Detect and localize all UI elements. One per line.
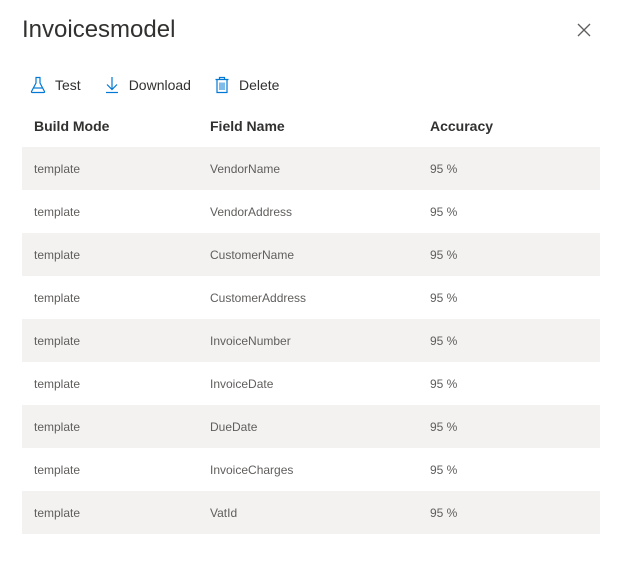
column-header-build-mode[interactable]: Build Mode (22, 118, 210, 134)
build-mode-cell: template (34, 419, 81, 434)
table-row[interactable]: template InvoiceDate 95 % (22, 362, 600, 405)
table-header: Build Mode Field Name Accuracy (22, 105, 600, 147)
download-button[interactable]: Download (103, 72, 191, 98)
field-name-cell: VatId (210, 505, 238, 520)
field-name-cell: InvoiceDate (210, 376, 274, 391)
build-mode-cell: template (34, 462, 81, 477)
close-button[interactable] (574, 20, 594, 40)
close-icon (577, 23, 591, 37)
accuracy-cell: 95 % (430, 462, 458, 477)
accuracy-cell: 95 % (430, 419, 458, 434)
accuracy-cell: 95 % (430, 161, 458, 176)
field-name-cell: DueDate (210, 419, 258, 434)
build-mode-cell: template (34, 505, 81, 520)
trash-icon (213, 76, 231, 94)
table-row[interactable]: template VendorAddress 95 % (22, 190, 600, 233)
field-name-cell: VendorName (210, 161, 281, 176)
build-mode-cell: template (34, 161, 81, 176)
build-mode-cell: template (34, 376, 81, 391)
accuracy-cell: 95 % (430, 376, 458, 391)
field-name-cell: VendorAddress (210, 204, 293, 219)
column-header-accuracy[interactable]: Accuracy (430, 118, 590, 134)
accuracy-cell: 95 % (430, 290, 458, 305)
accuracy-cell: 95 % (430, 505, 458, 520)
accuracy-cell: 95 % (430, 247, 458, 262)
build-mode-cell: template (34, 333, 81, 348)
field-name-cell: CustomerName (210, 247, 295, 262)
build-mode-cell: template (34, 247, 81, 262)
delete-button-label: Delete (238, 77, 280, 93)
command-bar: Test Download Delete (22, 72, 301, 98)
build-mode-cell: template (34, 290, 81, 305)
download-arrow-icon (103, 76, 121, 94)
field-name-cell: InvoiceCharges (210, 462, 294, 477)
table-row[interactable]: template VatId 95 % (22, 491, 600, 534)
panel-title: Invoicesmodel (22, 16, 176, 43)
field-name-cell: InvoiceNumber (210, 333, 291, 348)
delete-button[interactable]: Delete (213, 72, 279, 98)
table-row[interactable]: template VendorName 95 % (22, 147, 600, 190)
table-row[interactable]: template InvoiceNumber 95 % (22, 319, 600, 362)
field-name-cell: CustomerAddress (210, 290, 307, 305)
build-mode-cell: template (34, 204, 81, 219)
fields-table: Build Mode Field Name Accuracy template … (22, 105, 600, 534)
flask-icon (29, 76, 47, 94)
table-row[interactable]: template DueDate 95 % (22, 405, 600, 448)
table-row[interactable]: template CustomerAddress 95 % (22, 276, 600, 319)
download-button-label: Download (128, 77, 191, 93)
accuracy-cell: 95 % (430, 333, 458, 348)
table-row[interactable]: template CustomerName 95 % (22, 233, 600, 276)
accuracy-cell: 95 % (430, 204, 458, 219)
test-button-label: Test (55, 77, 81, 93)
model-details-panel: Invoicesmodel Test Download Delete Build… (0, 0, 623, 575)
test-button[interactable]: Test (29, 72, 81, 98)
column-header-field-name[interactable]: Field Name (210, 118, 430, 134)
table-row[interactable]: template InvoiceCharges 95 % (22, 448, 600, 491)
